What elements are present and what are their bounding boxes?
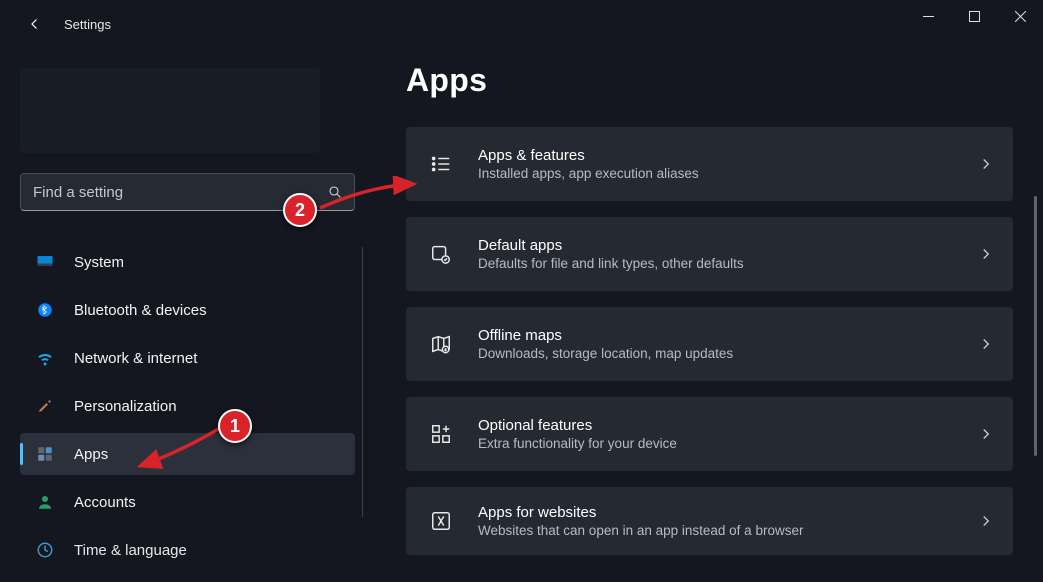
nav-label: Apps [74,446,108,463]
nav-item-time-language[interactable]: Time & language [20,529,355,571]
page-title: Apps [406,62,1013,99]
card-body: Optional features Extra functionality fo… [478,417,977,452]
title-bar: Settings [0,0,1043,48]
card-subtitle: Downloads, storage location, map updates [478,346,977,361]
card-subtitle: Websites that can open in an app instead… [478,523,977,538]
card-subtitle: Extra functionality for your device [478,436,977,451]
monitor-icon [34,251,56,273]
nav-item-network[interactable]: Network & internet [20,337,355,379]
minimize-button[interactable] [905,0,951,32]
nav-item-system[interactable]: System [20,241,355,283]
maximize-button[interactable] [951,0,997,32]
back-button[interactable] [20,9,50,39]
person-icon [34,491,56,513]
nav-item-accounts[interactable]: Accounts [20,481,355,523]
card-apps-features[interactable]: Apps & features Installed apps, app exec… [406,127,1013,201]
card-subtitle: Installed apps, app execution aliases [478,166,977,181]
card-apps-for-websites[interactable]: Apps for websites Websites that can open… [406,487,1013,555]
card-body: Apps & features Installed apps, app exec… [478,147,977,182]
add-feature-icon [428,421,454,447]
clock-globe-icon [34,539,56,561]
scrollbar[interactable] [1034,196,1037,456]
website-app-icon [428,508,454,534]
window-controls [905,0,1043,32]
bluetooth-icon [34,299,56,321]
sidebar: System Bluetooth & devices Network & int… [0,48,370,582]
window-title: Settings [64,17,111,32]
nav-item-personalization[interactable]: Personalization [20,385,355,427]
default-apps-icon [428,241,454,267]
card-default-apps[interactable]: Default apps Defaults for file and link … [406,217,1013,291]
apps-icon [34,443,56,465]
search-icon [316,173,354,211]
nav-item-apps[interactable]: Apps [20,433,355,475]
card-body: Offline maps Downloads, storage location… [478,327,977,362]
annotation-callout-1: 1 [218,409,252,443]
chevron-right-icon [977,425,995,443]
chevron-right-icon [977,155,995,173]
nav-label: Accounts [74,494,136,511]
main-panel: Apps Apps & features Installed apps, app… [370,48,1043,582]
card-title: Optional features [478,417,977,436]
map-icon [428,331,454,357]
nav-label: System [74,254,124,271]
card-title: Default apps [478,237,977,256]
close-button[interactable] [997,0,1043,32]
card-subtitle: Defaults for file and link types, other … [478,256,977,271]
nav-list: System Bluetooth & devices Network & int… [20,241,355,571]
list-icon [428,151,454,177]
chevron-right-icon [977,512,995,530]
annotation-callout-2: 2 [283,193,317,227]
card-body: Apps for websites Websites that can open… [478,504,977,539]
card-offline-maps[interactable]: Offline maps Downloads, storage location… [406,307,1013,381]
content-area: System Bluetooth & devices Network & int… [0,48,1043,582]
card-title: Apps for websites [478,504,977,523]
chevron-right-icon [977,245,995,263]
nav-item-bluetooth[interactable]: Bluetooth & devices [20,289,355,331]
card-body: Default apps Defaults for file and link … [478,237,977,272]
nav-label: Network & internet [74,350,197,367]
wifi-icon [34,347,56,369]
nav-label: Time & language [74,542,187,559]
chevron-right-icon [977,335,995,353]
paintbrush-icon [34,395,56,417]
nav-label: Personalization [74,398,177,415]
card-title: Offline maps [478,327,977,346]
nav-label: Bluetooth & devices [74,302,207,319]
user-area [20,68,320,153]
card-title: Apps & features [478,147,977,166]
search-input[interactable] [21,184,316,201]
card-optional-features[interactable]: Optional features Extra functionality fo… [406,397,1013,471]
nav-scroll-track [362,247,363,517]
